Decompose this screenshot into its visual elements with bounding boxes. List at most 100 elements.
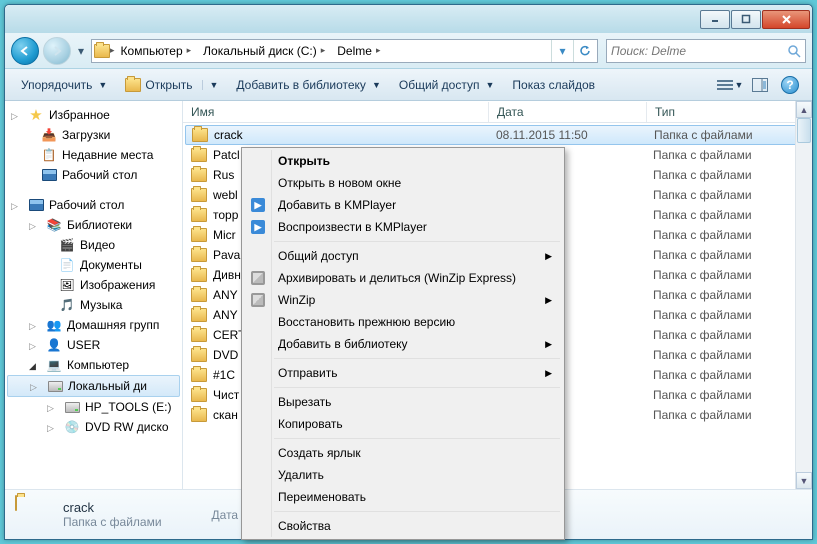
scroll-thumb[interactable] [797,118,811,143]
navigation-bar: ▾ ▸ Компьютер ▸ Локальный диск (C:) ▸ De… [5,33,812,69]
context-menu-item[interactable]: Общий доступ▶ [244,245,562,267]
kmplayer-icon: ▶ [250,219,266,235]
organize-button[interactable]: Упорядочить▼ [13,74,115,96]
context-menu-item[interactable]: Удалить [244,464,562,486]
nav-libraries[interactable]: ▷📚Библиотеки [5,215,182,235]
music-icon: 🎵 [59,297,75,313]
folder-icon [191,208,207,222]
context-menu-item[interactable]: ▶Воспроизвести в KMPlayer [244,216,562,238]
forward-button[interactable] [43,37,71,65]
cell-type: Папка с файлами [653,328,793,342]
help-icon: ? [781,76,799,94]
nav-downloads[interactable]: 📥Загрузки [5,125,182,145]
nav-recent[interactable]: 📋Недавние места [5,145,182,165]
cell-type: Папка с файлами [653,228,793,242]
refresh-button[interactable] [573,40,595,62]
search-box[interactable] [606,39,806,63]
context-menu-item[interactable]: Отправить▶ [244,362,562,384]
desktop-group[interactable]: ▷Рабочий стол [5,195,182,215]
add-to-library-button[interactable]: Добавить в библиотеку▼ [228,74,388,96]
context-menu-item[interactable]: Вырезать [244,391,562,413]
context-menu-item[interactable]: Добавить в библиотеку▶ [244,333,562,355]
drive-icon [64,399,80,415]
breadcrumb[interactable]: Локальный диск (C:) ▸ [197,42,331,60]
recent-icon: 📋 [41,147,57,163]
drive-icon [47,378,63,394]
context-menu-item[interactable]: Свойства [244,515,562,537]
context-menu-item[interactable]: Переименовать [244,486,562,508]
column-headers: Имя Дата Тип [183,101,812,123]
cell-name: crack [214,128,496,142]
breadcrumb[interactable]: Delme ▸ [331,42,386,60]
address-bar[interactable]: ▸ Компьютер ▸ Локальный диск (C:) ▸ Delm… [91,39,598,63]
cell-type: Папка с файлами [653,208,793,222]
preview-pane-button[interactable] [746,73,774,97]
context-menu-item[interactable]: Архивировать и делиться (WinZip Express) [244,267,562,289]
back-button[interactable] [11,37,39,65]
minimize-button[interactable] [700,10,730,29]
context-menu-item[interactable]: Восстановить прежнюю версию [244,311,562,333]
share-button[interactable]: Общий доступ▼ [391,74,503,96]
context-menu-item[interactable]: WinZip▶ [244,289,562,311]
submenu-arrow-icon: ▶ [545,368,552,379]
nav-videos[interactable]: 🎬Видео [5,235,182,255]
context-menu: ОткрытьОткрыть в новом окне▶Добавить в K… [241,147,565,540]
cell-type: Папка с файлами [653,368,793,382]
nav-documents[interactable]: 📄Документы [5,255,182,275]
header-type[interactable]: Тип [647,102,787,122]
context-menu-item[interactable]: Копировать [244,413,562,435]
menu-separator [274,358,560,359]
help-button[interactable]: ? [776,73,804,97]
cell-type: Папка с файлами [653,308,793,322]
scroll-down-button[interactable]: ▼ [796,472,812,489]
scroll-up-button[interactable]: ▲ [796,101,812,118]
nav-homegroup[interactable]: ▷👥Домашняя групп [5,315,182,335]
context-menu-item[interactable]: Открыть в новом окне [244,172,562,194]
menu-separator [274,387,560,388]
downloads-icon: 📥 [41,127,57,143]
context-menu-item[interactable]: Создать ярлык [244,442,562,464]
search-input[interactable] [611,44,787,58]
table-row[interactable]: crack08.11.2015 11:50Папка с файлами [185,125,810,145]
header-date[interactable]: Дата [489,102,647,122]
video-icon: 🎬 [59,237,75,253]
header-name[interactable]: Имя [183,102,489,122]
breadcrumb[interactable]: Компьютер ▸ [115,42,198,60]
cell-type: Папка с файлами [653,288,793,302]
titlebar[interactable] [5,5,812,33]
nav-computer[interactable]: ◢💻Компьютер [5,355,182,375]
homegroup-icon: 👥 [46,317,62,333]
maximize-button[interactable] [731,10,761,29]
dvd-icon: 💿 [64,419,80,435]
scrollbar[interactable]: ▲ ▼ [795,101,812,489]
context-menu-item[interactable]: Открыть [244,150,562,172]
folder-icon [191,388,207,402]
view-button[interactable]: ▼ [716,73,744,97]
star-icon: ★ [28,107,44,123]
winzip-icon [250,292,266,308]
slideshow-button[interactable]: Показ слайдов [504,74,603,96]
submenu-arrow-icon: ▶ [545,295,552,306]
folder-icon [191,268,207,282]
folder-icon [191,408,207,422]
nav-drive-e[interactable]: ▷HP_TOOLS (E:) [5,397,182,417]
dropdown-icon[interactable]: ▾ [551,40,573,62]
winzip-icon [250,270,266,286]
history-dropdown[interactable]: ▾ [75,42,87,60]
nav-dvd[interactable]: ▷💿DVD RW диско [5,417,182,437]
context-menu-item[interactable]: ▶Добавить в KMPlayer [244,194,562,216]
submenu-arrow-icon: ▶ [545,251,552,262]
nav-drive-c[interactable]: ▷Локальный ди [7,375,180,397]
nav-music[interactable]: 🎵Музыка [5,295,182,315]
cell-type: Папка с файлами [653,168,793,182]
folder-icon [191,228,207,242]
close-button[interactable] [762,10,810,29]
nav-desktop[interactable]: Рабочий стол [5,165,182,185]
nav-user[interactable]: ▷👤USER [5,335,182,355]
open-button[interactable]: Открыть▼ [117,73,226,97]
explorer-window: ▾ ▸ Компьютер ▸ Локальный диск (C:) ▸ De… [4,4,813,540]
favorites-group[interactable]: ▷★Избранное [5,105,182,125]
nav-pictures[interactable]: 🖼Изображения [5,275,182,295]
details-type: Папка с файлами [63,515,162,529]
cell-type: Папка с файлами [653,408,793,422]
